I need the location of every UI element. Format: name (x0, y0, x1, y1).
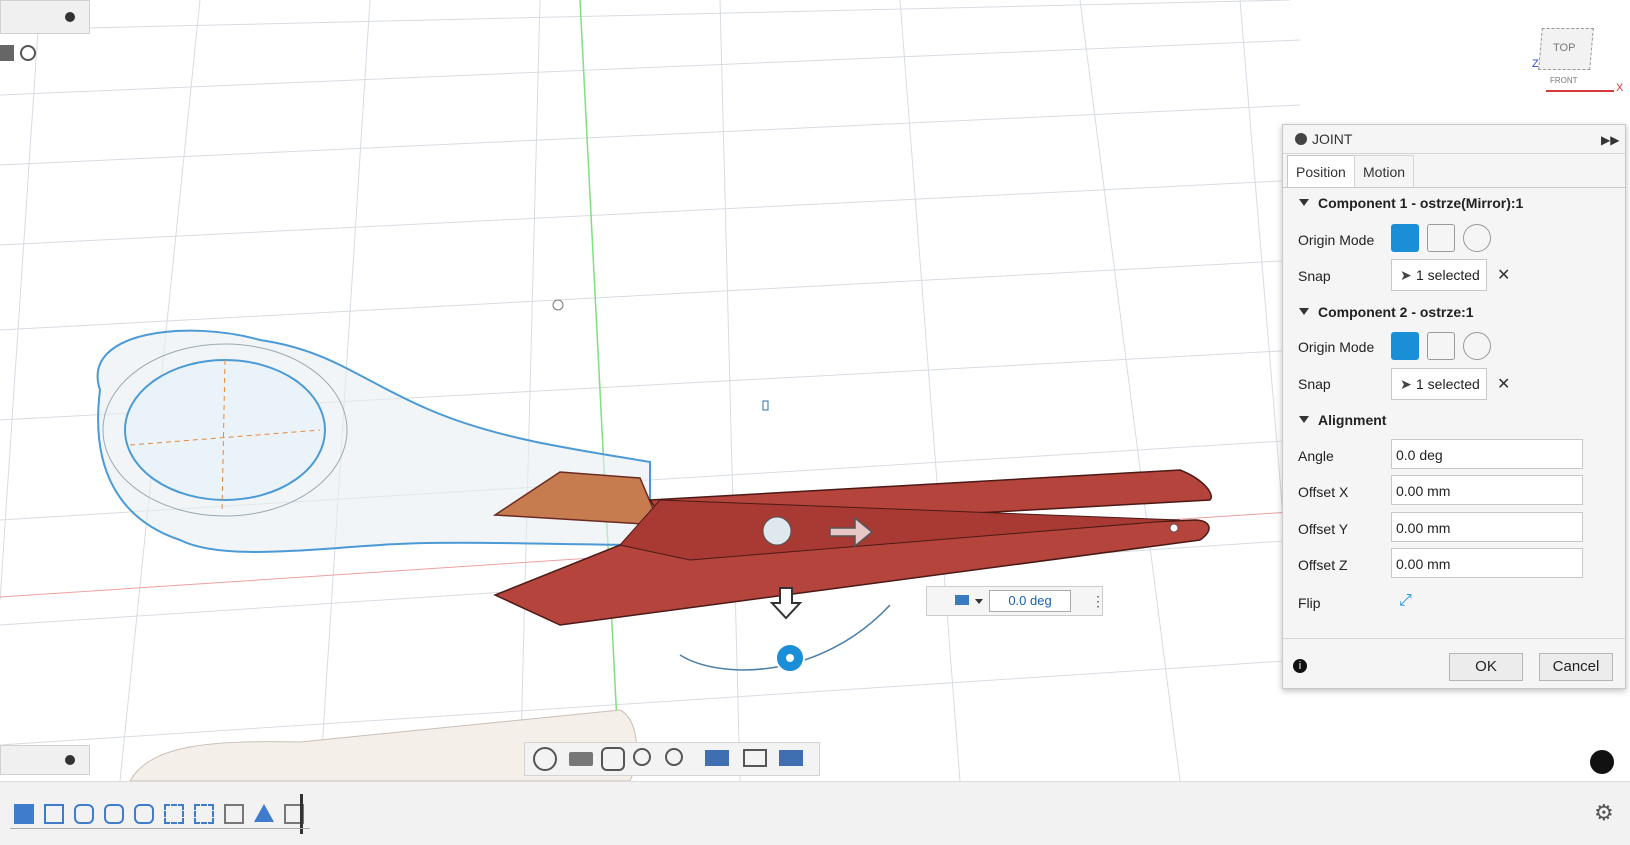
visibility-toggle[interactable] (0, 43, 40, 63)
snap-marker[interactable] (762, 400, 769, 411)
timeline-feature-icon[interactable] (134, 804, 154, 824)
component2-origin-mode-label: Origin Mode (1298, 339, 1375, 355)
joint-origin-glyph[interactable] (762, 516, 792, 546)
offset-y-label: Offset Y (1298, 521, 1349, 537)
timeline-feature-icon[interactable] (254, 804, 274, 822)
offset-y-input[interactable]: 0.00 mm (1391, 512, 1583, 542)
component1-header: Component 1 - ostrze(Mirror):1 (1318, 195, 1524, 211)
inline-angle-input[interactable]: 0.0 deg ⋮ (926, 586, 1105, 616)
offset-x-label: Offset X (1298, 484, 1349, 500)
timeline-bar: ⚙ (0, 781, 1630, 845)
zoom-icon[interactable] (633, 748, 651, 766)
timeline-feature-icon[interactable] (224, 804, 244, 824)
offset-z-input[interactable]: 0.00 mm (1391, 548, 1583, 578)
joint-dialog-header[interactable]: JOINT ▶▶ (1283, 125, 1625, 154)
timeline-feature-icon[interactable] (164, 804, 184, 824)
component2-snap-select[interactable]: ➤ 1 selected (1391, 368, 1487, 400)
angle-type-icon[interactable] (955, 595, 969, 605)
alignment-header: Alignment (1318, 412, 1387, 428)
viewcube-top-label[interactable]: TOP (1553, 42, 1575, 54)
expand-icon[interactable] (65, 755, 75, 765)
component1-snap-label: Snap (1298, 268, 1331, 284)
origin-mode-icon[interactable] (1391, 224, 1419, 252)
flip-icon[interactable]: ⤢ (1399, 592, 1412, 610)
look-at-icon[interactable] (569, 752, 593, 766)
comments-panel-stub[interactable] (0, 745, 90, 775)
tab-position-label: Position (1296, 164, 1346, 180)
zoom-window-icon[interactable] (665, 748, 683, 766)
tab-motion-label: Motion (1363, 164, 1406, 180)
clear-icon[interactable]: ✕ (1497, 374, 1510, 394)
navigation-toolbar (524, 742, 820, 776)
y-axis-line (579, 0, 621, 782)
component1-origin-mode-label: Origin Mode (1298, 232, 1375, 248)
tab-motion[interactable]: Motion (1354, 155, 1415, 188)
component1-snap-select[interactable]: ➤ 1 selected (1391, 259, 1487, 291)
rotate-handle-center (786, 654, 794, 662)
component1-section[interactable]: Component 1 - ostrze(Mirror):1 (1299, 195, 1523, 211)
joint-dialog: JOINT ▶▶ Position Motion Component 1 - o… (1282, 124, 1626, 689)
collapse-icon[interactable] (65, 12, 75, 22)
timeline-feature-icon[interactable] (14, 804, 34, 824)
origin-between-icon[interactable] (1427, 224, 1455, 252)
component2-snap-label: Snap (1298, 376, 1331, 392)
component2-header: Component 2 - ostrze:1 (1318, 304, 1474, 320)
collapse-icon[interactable] (1295, 133, 1307, 145)
origin-mode-icon[interactable] (1391, 332, 1419, 360)
joint-dialog-title: JOINT (1312, 131, 1353, 147)
display-settings-icon[interactable] (705, 750, 729, 766)
component1-snap-value: 1 selected (1416, 267, 1480, 283)
timeline-feature-icon[interactable] (194, 804, 214, 824)
pin-icon[interactable]: ▶▶ (1601, 133, 1619, 147)
offset-x-input[interactable]: 0.00 mm (1391, 475, 1583, 505)
ok-button[interactable]: OK (1449, 653, 1523, 681)
angle-label: Angle (1298, 448, 1334, 464)
viewports-icon[interactable] (779, 750, 803, 766)
pan-icon[interactable] (601, 747, 625, 771)
clear-icon[interactable]: ✕ (1497, 265, 1510, 285)
pointer-icon: ➤ (1400, 267, 1412, 283)
tab-position[interactable]: Position (1287, 155, 1355, 188)
chat-icon[interactable] (1590, 750, 1614, 774)
component2-section[interactable]: Component 2 - ostrze:1 (1299, 304, 1474, 320)
chevron-down-icon[interactable] (975, 599, 983, 604)
origin-two-faces-icon[interactable] (1463, 224, 1491, 252)
timeline-feature-icon[interactable] (104, 804, 124, 824)
alignment-section[interactable]: Alignment (1299, 412, 1386, 428)
origin-two-faces-icon[interactable] (1463, 332, 1491, 360)
timeline-feature-icon[interactable] (74, 804, 94, 824)
browser-panel-stub[interactable] (0, 0, 90, 34)
cancel-button[interactable]: Cancel (1539, 653, 1613, 681)
angle-input[interactable]: 0.0 deg (1391, 439, 1583, 469)
origin-between-icon[interactable] (1427, 332, 1455, 360)
orbit-icon[interactable] (533, 747, 557, 771)
radio-icon[interactable] (20, 45, 36, 61)
axis-z-label: Z (1532, 58, 1539, 70)
component2-snap-value: 1 selected (1416, 376, 1480, 392)
viewcube-front-label[interactable]: FRONT (1550, 76, 1578, 85)
flip-label: Flip (1298, 595, 1321, 611)
viewcube[interactable]: TOP FRONT Z X (1532, 28, 1624, 96)
grid-icon[interactable] (743, 749, 767, 767)
info-icon[interactable]: i (1293, 659, 1307, 673)
timeline-feature-icon[interactable] (44, 804, 64, 824)
sketch-point[interactable] (552, 299, 564, 311)
gear-icon[interactable]: ⚙ (1594, 800, 1614, 826)
more-options-icon[interactable]: ⋮ (1091, 593, 1105, 610)
pointer-icon: ➤ (1400, 376, 1412, 392)
offset-z-label: Offset Z (1298, 557, 1348, 573)
axis-x-label: X (1616, 82, 1624, 94)
angle-value-input[interactable]: 0.0 deg (989, 590, 1071, 612)
